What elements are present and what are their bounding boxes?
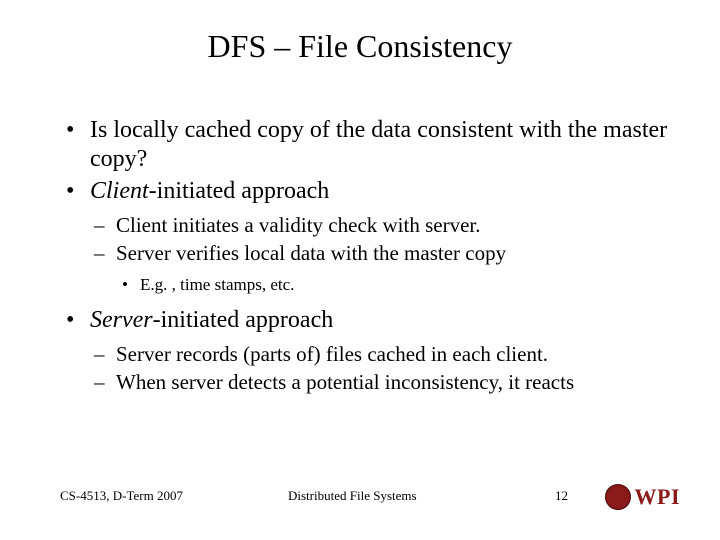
bullet-list-level1: Is locally cached copy of the data consi… <box>60 116 670 395</box>
bullet-em: Client <box>90 178 149 204</box>
footer-page-number: 12 <box>555 488 568 504</box>
slide-content: Is locally cached copy of the data consi… <box>60 116 670 405</box>
bullet-list-level3: E.g. , time stamps, etc. <box>116 274 670 295</box>
bullet-text: Is locally cached copy of the data consi… <box>90 117 667 172</box>
slide-title: DFS – File Consistency <box>0 28 720 65</box>
bullet-em: Server <box>90 307 153 333</box>
bullet-text: Server records (parts of) files cached i… <box>116 342 548 366</box>
bullet-text: When server detects a potential inconsis… <box>116 370 574 394</box>
bullet-text: Server verifies local data with the mast… <box>116 241 506 265</box>
bullet-item: Server records (parts of) files cached i… <box>90 341 670 367</box>
slide-footer: CS-4513, D-Term 2007 Distributed File Sy… <box>60 474 680 504</box>
bullet-list-level2: Client initiates a validity check with s… <box>90 212 670 296</box>
footer-topic: Distributed File Systems <box>288 488 417 504</box>
bullet-list-level2: Server records (parts of) files cached i… <box>90 341 670 396</box>
wpi-seal-icon <box>605 484 631 510</box>
bullet-text: E.g. , time stamps, etc. <box>140 275 294 294</box>
bullet-text: -initiated approach <box>153 307 334 333</box>
bullet-item: Client initiates a validity check with s… <box>90 212 670 238</box>
slide: DFS – File Consistency Is locally cached… <box>0 0 720 540</box>
bullet-text: Client initiates a validity check with s… <box>116 213 481 237</box>
bullet-item: Server-initiated approach Server records… <box>60 306 670 396</box>
bullet-item: E.g. , time stamps, etc. <box>116 274 670 295</box>
bullet-item: Client-initiated approach Client initiat… <box>60 177 670 296</box>
bullet-item: Server verifies local data with the mast… <box>90 240 670 296</box>
wpi-logo: WPI <box>605 484 681 510</box>
bullet-item: Is locally cached copy of the data consi… <box>60 116 670 175</box>
bullet-item: When server detects a potential inconsis… <box>90 369 670 395</box>
wpi-logo-text: WPI <box>635 486 681 508</box>
footer-course: CS-4513, D-Term 2007 <box>60 488 183 504</box>
bullet-text: -initiated approach <box>149 178 330 204</box>
